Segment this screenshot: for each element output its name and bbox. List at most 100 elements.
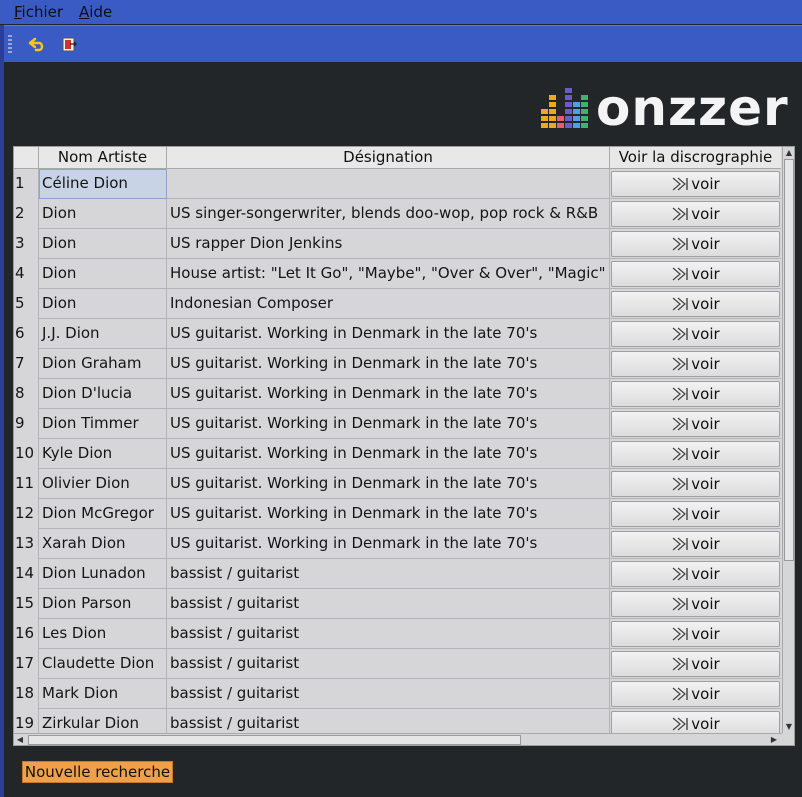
table-row[interactable]: 15 Dion Parson bassist / guitarist voir [14,589,781,619]
table-row[interactable]: 7 Dion Graham US guitarist. Working in Den… [14,349,781,379]
scroll-up-icon[interactable]: ▲ [783,147,794,159]
scroll-right-icon[interactable]: ▶ [768,734,780,745]
table-row[interactable]: 16 Les Dion bassist / guitarist voir [14,619,781,649]
table-row[interactable]: 1 Céline Dion voir [14,169,781,199]
voir-button[interactable]: voir [611,561,780,587]
designation-cell[interactable]: bassist / guitarist [167,649,610,679]
voir-button[interactable]: voir [611,651,780,677]
designation-cell[interactable]: US guitarist. Working in Denmark in the … [167,349,610,379]
voir-button[interactable]: voir [611,411,780,437]
artist-cell[interactable]: Claudette Dion [39,649,167,679]
exit-icon[interactable] [58,33,80,55]
designation-cell[interactable]: US rapper Dion Jenkins [167,229,610,259]
designation-cell[interactable]: US guitarist. Working in Denmark in the … [167,319,610,349]
artist-cell[interactable]: Zirkular Dion [39,709,167,735]
voir-button[interactable]: voir [611,381,780,407]
artist-cell[interactable]: Dion Lunadon [39,559,167,589]
table-row[interactable]: 17 Claudette Dion bassist / guitarist voir [14,649,781,679]
voir-button[interactable]: voir [611,711,780,735]
artist-cell[interactable]: Dion [39,229,167,259]
artist-cell[interactable]: Dion Timmer [39,409,167,439]
artist-cell[interactable]: J.J. Dion [39,319,167,349]
table-row[interactable]: 18 Mark Dion bassist / guitarist voir [14,679,781,709]
table-row[interactable]: 13 Xarah Dion US guitarist. Working in Den… [14,529,781,559]
row-number: 15 [14,589,39,619]
voir-button[interactable]: voir [611,201,780,227]
table-row[interactable]: 9 Dion Timmer US guitarist. Working in Den… [14,409,781,439]
table-row[interactable]: 11 Olivier Dion US guitarist. Working in D… [14,469,781,499]
main-window: Fichier Aide onzzer Nom Artiste Désignat… [0,0,802,797]
voir-button[interactable]: voir [611,501,780,527]
table-row[interactable]: 10 Kyle Dion US guitarist. Working in Denm… [14,439,781,469]
artist-cell[interactable]: Dion Graham [39,349,167,379]
table-row[interactable]: 5 Dion Indonesian Composer voir [14,289,781,319]
table-row[interactable]: 8 Dion D'lucia US guitarist. Working in De… [14,379,781,409]
designation-cell[interactable]: bassist / guitarist [167,679,610,709]
artist-cell[interactable]: Olivier Dion [39,469,167,499]
new-search-button[interactable]: Nouvelle recherche [22,761,173,783]
table-row[interactable]: 2 Dion US singer-songerwriter, blends doo-… [14,199,781,229]
table-row[interactable]: 4 Dion House artist: "Let It Go", "Maybe",… [14,259,781,289]
menu-aide[interactable]: Aide [79,3,112,21]
voir-button[interactable]: voir [611,321,780,347]
artist-cell[interactable]: Kyle Dion [39,439,167,469]
table-row[interactable]: 3 Dion US rapper Dion Jenkins voir [14,229,781,259]
table-row[interactable]: 19 Zirkular Dion bassist / guitarist voir [14,709,781,735]
horizontal-scroll-thumb[interactable] [28,735,521,745]
designation-cell[interactable]: bassist / guitarist [167,559,610,589]
designation-cell[interactable]: bassist / guitarist [167,709,610,735]
scroll-down-icon[interactable]: ▼ [783,721,794,733]
artist-cell[interactable]: Dion [39,289,167,319]
undo-icon[interactable] [26,33,48,55]
artist-cell[interactable]: Dion [39,259,167,289]
designation-cell[interactable]: bassist / guitarist [167,589,610,619]
table-row[interactable]: 6 J.J. Dion US guitarist. Working in Denma… [14,319,781,349]
voir-button[interactable]: voir [611,621,780,647]
logo-bar-segment [541,123,548,128]
designation-cell[interactable]: Indonesian Composer [167,289,610,319]
voir-button[interactable]: voir [611,681,780,707]
artist-cell[interactable]: Mark Dion [39,679,167,709]
logo-bar-segment [549,116,556,121]
toolbar-grip[interactable] [8,35,12,53]
play-next-icon [672,237,688,251]
voir-button[interactable]: voir [611,231,780,257]
artist-cell[interactable]: Dion D'lucia [39,379,167,409]
play-next-icon [672,507,688,521]
horizontal-scrollbar[interactable]: ◀ ▶ [14,733,782,745]
designation-cell[interactable]: US guitarist. Working in Denmark in the … [167,379,610,409]
designation-cell[interactable] [167,169,610,199]
menu-fichier[interactable]: Fichier [14,3,63,21]
designation-cell[interactable]: US singer-songerwriter, blends doo-wop, … [167,199,610,229]
designation-cell[interactable]: US guitarist. Working in Denmark in the … [167,529,610,559]
header-artist[interactable]: Nom Artiste [39,147,167,169]
header-discography[interactable]: Voir la discrographie [610,147,781,169]
scroll-left-icon[interactable]: ◀ [14,734,26,745]
voir-button[interactable]: voir [611,471,780,497]
designation-cell[interactable]: US guitarist. Working in Denmark in the … [167,409,610,439]
artist-cell[interactable]: Dion [39,199,167,229]
designation-cell[interactable]: bassist / guitarist [167,619,610,649]
vertical-scrollbar[interactable]: ▲ ▼ [782,147,794,733]
table-row[interactable]: 12 Dion McGregor US guitarist. Working in … [14,499,781,529]
voir-button[interactable]: voir [611,531,780,557]
voir-button[interactable]: voir [611,591,780,617]
voir-button[interactable]: voir [611,351,780,377]
artist-cell[interactable]: Dion Parson [39,589,167,619]
voir-button[interactable]: voir [611,171,780,197]
designation-cell[interactable]: US guitarist. Working in Denmark in the … [167,469,610,499]
voir-button[interactable]: voir [611,291,780,317]
designation-cell[interactable]: US guitarist. Working in Denmark in the … [167,499,610,529]
voir-button[interactable]: voir [611,261,780,287]
designation-cell[interactable]: House artist: "Let It Go", "Maybe", "Ove… [167,259,610,289]
artist-cell[interactable]: Céline Dion [39,169,167,199]
artist-cell[interactable]: Dion McGregor [39,499,167,529]
table-header: Nom Artiste Désignation Voir la discrogr… [14,147,781,169]
designation-cell[interactable]: US guitarist. Working in Denmark in the … [167,439,610,469]
voir-button[interactable]: voir [611,441,780,467]
artist-cell[interactable]: Les Dion [39,619,167,649]
artist-cell[interactable]: Xarah Dion [39,529,167,559]
vertical-scroll-thumb[interactable] [784,159,794,561]
table-row[interactable]: 14 Dion Lunadon bassist / guitarist voir [14,559,781,589]
header-designation[interactable]: Désignation [167,147,610,169]
